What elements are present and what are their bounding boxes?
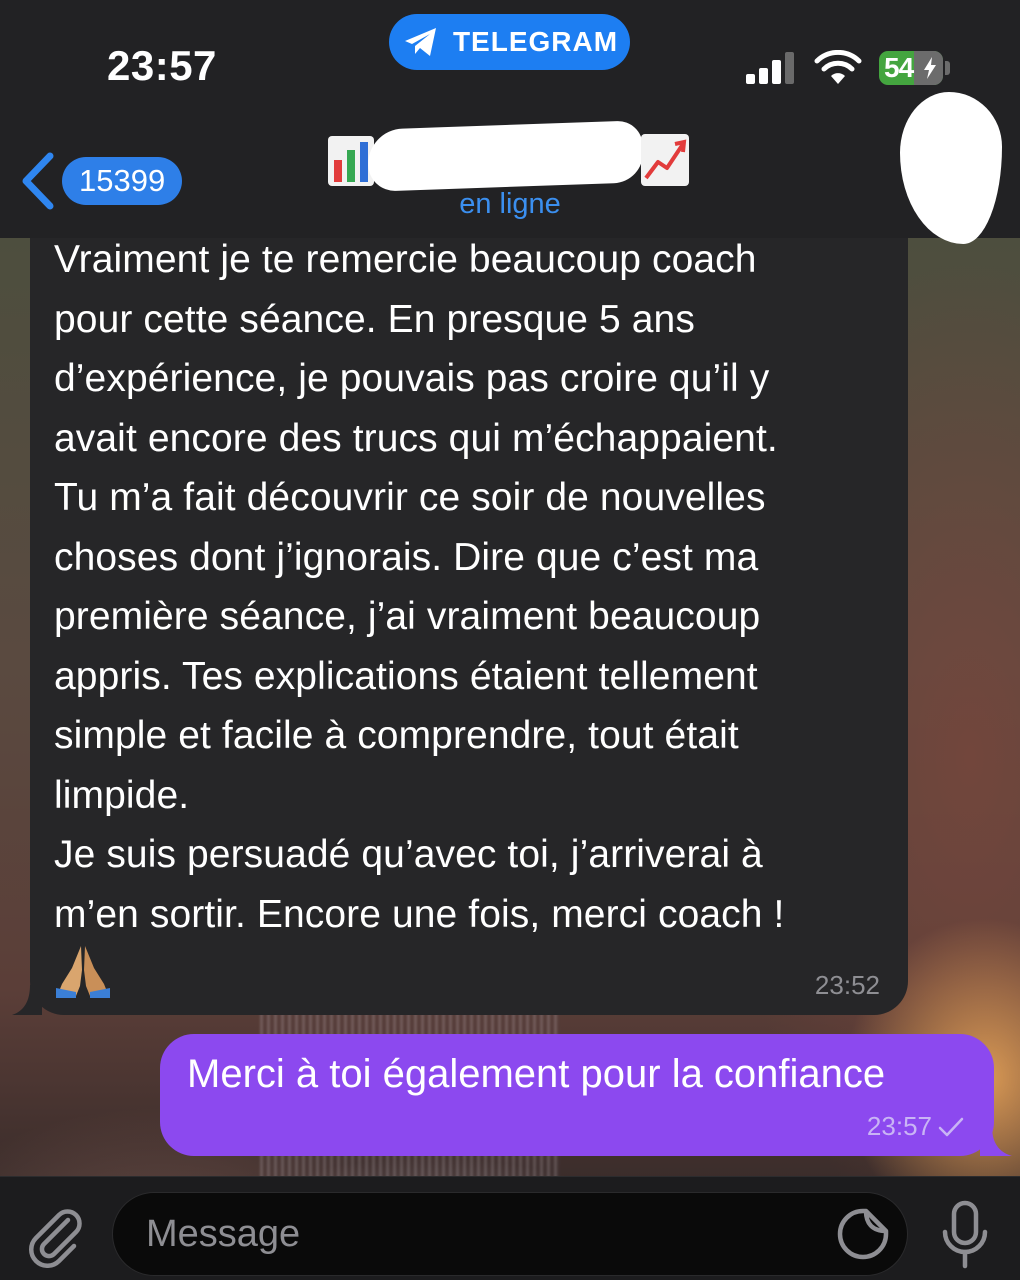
telegram-pill[interactable]: TELEGRAM xyxy=(389,14,630,70)
chat-title-redaction xyxy=(367,120,644,192)
battery-cap xyxy=(945,61,950,75)
bubble-tail xyxy=(12,985,42,1015)
status-time: 23:57 xyxy=(107,42,217,89)
incoming-message-bubble[interactable]: Vraiment je te remercie beaucoup coach p… xyxy=(12,200,908,1015)
incoming-message-text: Vraiment je te remercie beaucoup coach p… xyxy=(54,238,785,936)
sticker-icon[interactable] xyxy=(836,1207,890,1261)
paper-plane-icon xyxy=(404,28,436,56)
bar-chart-emoji-icon xyxy=(328,136,374,186)
folded-hands-emoji-icon xyxy=(56,946,110,998)
battery-level: 54 xyxy=(884,52,914,83)
online-status: en ligne xyxy=(459,188,561,220)
cellular-signal-icon xyxy=(746,52,794,84)
chart-increasing-emoji-icon xyxy=(641,134,689,186)
outgoing-message-text: Merci à toi également pour la confiance xyxy=(187,1052,886,1096)
message-input[interactable] xyxy=(146,1211,826,1257)
paperclip-icon[interactable] xyxy=(24,1204,88,1268)
outgoing-message-meta: 23:57 xyxy=(867,1111,966,1142)
telegram-pill-label: TELEGRAM xyxy=(452,26,619,57)
charging-bolt-icon xyxy=(924,57,936,79)
microphone-icon[interactable] xyxy=(940,1200,990,1270)
incoming-message-time: 23:52 xyxy=(814,970,880,1000)
message-input-field[interactable] xyxy=(112,1192,908,1276)
check-icon xyxy=(938,1117,964,1136)
outgoing-message-bubble[interactable]: Merci à toi également pour la confiance … xyxy=(160,1034,1012,1156)
battery-indicator: 54 xyxy=(879,51,943,85)
outgoing-message-time: 23:57 xyxy=(866,1111,932,1141)
wifi-icon xyxy=(814,50,862,84)
bubble-tail xyxy=(980,1126,1012,1156)
